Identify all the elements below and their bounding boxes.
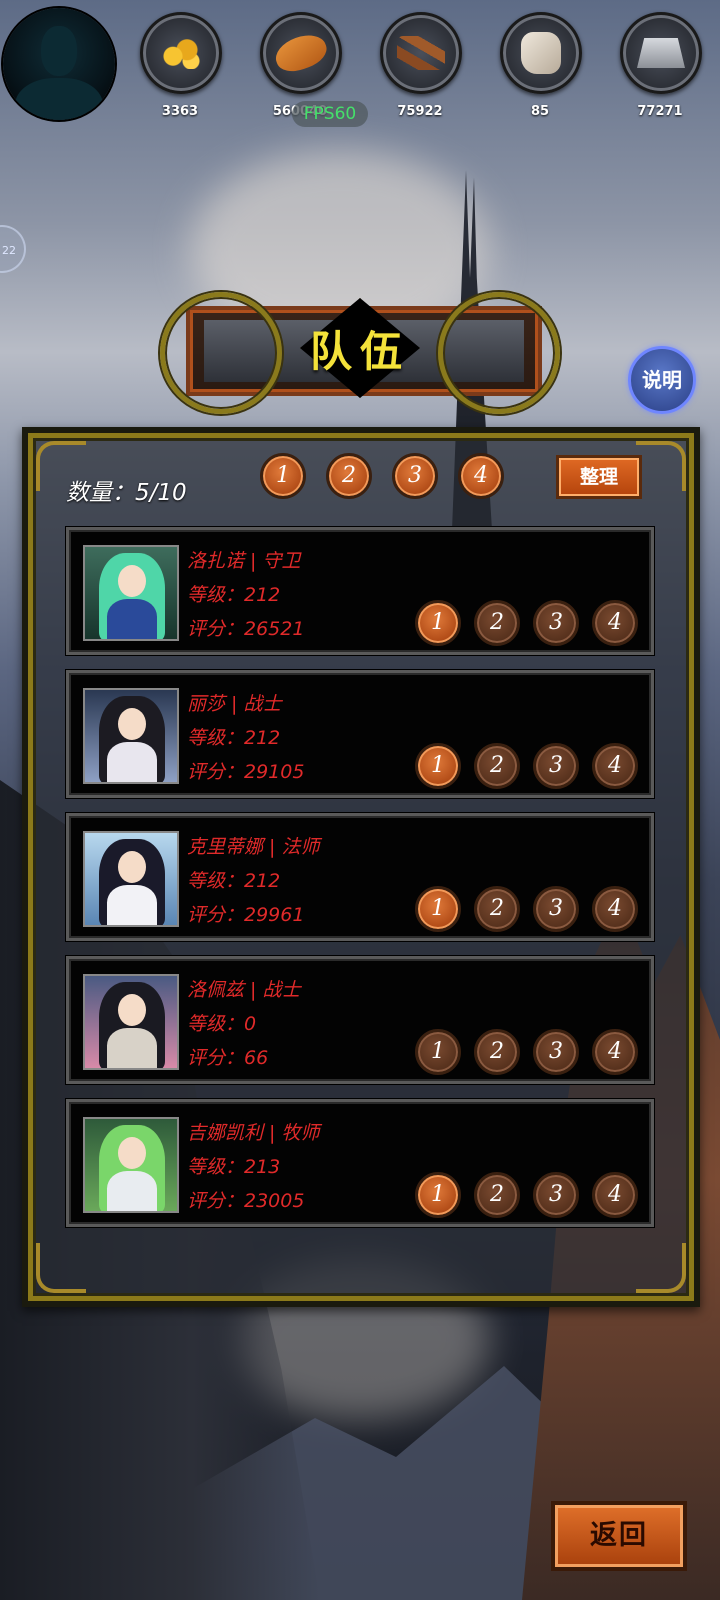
hero-portrait [83,1117,179,1213]
resource-stone: 85 [500,12,582,119]
assign-team-2-button[interactable]: 2 [474,600,520,646]
resource-gold: 3363 [140,12,222,119]
hero-score: 评分：26521 [187,618,305,640]
player-avatar[interactable] [3,8,115,120]
resource-gold-value: 3363 [161,104,199,119]
hero-card[interactable]: 洛扎诺 | 守卫 等级：212 评分：26521 1 2 3 4 [66,527,654,655]
assign-team-1-button[interactable]: 1 [415,886,461,932]
hero-portrait [83,974,179,1070]
assign-team-4-button[interactable]: 4 [592,1029,638,1075]
stone-icon [521,32,561,74]
resource-stone-value: 85 [530,104,550,119]
assign-team-2-button[interactable]: 2 [474,1029,520,1075]
panel-corner-ornament [36,1243,86,1293]
assign-team-3-button[interactable]: 3 [533,1029,579,1075]
fps-counter: FPS60 [292,101,368,127]
gold-coins-icon [161,37,201,69]
resource-wood-value: 75922 [397,104,443,119]
assign-team-4-button[interactable]: 4 [592,1172,638,1218]
side-floating-button[interactable]: 22 [0,225,26,273]
assign-team-4-button[interactable]: 4 [592,886,638,932]
team-filter-2[interactable]: 2 [326,453,372,499]
resource-wood: 75922 [380,12,462,119]
hero-level: 等级：212 [187,584,281,606]
hero-portrait [83,545,179,641]
hero-portrait [83,688,179,784]
hero-level: 等级：0 [187,1013,257,1035]
page-title: 队伍 [309,327,410,376]
hero-score: 评分：23005 [187,1190,305,1212]
team-filter-3[interactable]: 3 [392,453,438,499]
hero-score: 评分：29105 [187,761,305,783]
title-banner: 队伍 [160,290,560,414]
hero-name: 洛扎诺 | 守卫 [187,550,301,572]
team-panel: 数量：5/10 1 2 3 4 整理 洛扎诺 | 守卫 等级：212 评分：26… [22,427,700,1307]
assign-team-2-button[interactable]: 2 [474,1172,520,1218]
hero-card[interactable]: 克里蒂娜 | 法师 等级：212 评分：29961 1 2 3 4 [66,813,654,941]
hero-card[interactable]: 吉娜凯利 | 牧师 等级：213 评分：23005 1 2 3 4 [66,1099,654,1227]
hero-level: 等级：212 [187,727,281,749]
hero-card[interactable]: 丽莎 | 战士 等级：212 评分：29105 1 2 3 4 [66,670,654,798]
hero-score: 评分：66 [187,1047,269,1069]
hero-level: 等级：212 [187,870,281,892]
assign-team-3-button[interactable]: 3 [533,743,579,789]
assign-team-4-button[interactable]: 4 [592,600,638,646]
assign-team-1-button[interactable]: 1 [415,1029,461,1075]
help-button[interactable]: 说明 [628,346,696,414]
assign-team-3-button[interactable]: 3 [533,600,579,646]
bread-icon [271,29,331,77]
wood-logs-icon [397,36,445,70]
assign-team-2-button[interactable]: 2 [474,886,520,932]
hero-name: 洛佩兹 | 战士 [187,979,301,1001]
hero-name: 丽莎 | 战士 [187,693,282,715]
hero-card[interactable]: 洛佩兹 | 战士 等级：0 评分：66 1 2 3 4 [66,956,654,1084]
hero-portrait [83,831,179,927]
iron-ingot-icon [637,38,685,68]
assign-team-1-button[interactable]: 1 [415,1172,461,1218]
assign-team-2-button[interactable]: 2 [474,743,520,789]
resource-iron: 77271 [620,12,702,119]
sort-button[interactable]: 整理 [556,455,642,499]
assign-team-1-button[interactable]: 1 [415,600,461,646]
hero-name: 吉娜凯利 | 牧师 [187,1122,320,1144]
hero-score: 评分：29961 [187,904,305,926]
team-filter-1[interactable]: 1 [260,453,306,499]
hero-name: 克里蒂娜 | 法师 [187,836,320,858]
assign-team-1-button[interactable]: 1 [415,743,461,789]
assign-team-3-button[interactable]: 3 [533,886,579,932]
team-count: 数量：5/10 [66,480,187,506]
panel-corner-ornament [636,1243,686,1293]
assign-team-4-button[interactable]: 4 [592,743,638,789]
panel-corner-ornament [636,441,686,491]
back-button[interactable]: 返回 [551,1501,687,1571]
resource-iron-value: 77271 [637,104,683,119]
assign-team-3-button[interactable]: 3 [533,1172,579,1218]
hero-level: 等级：213 [187,1156,281,1178]
team-filter-4[interactable]: 4 [458,453,504,499]
